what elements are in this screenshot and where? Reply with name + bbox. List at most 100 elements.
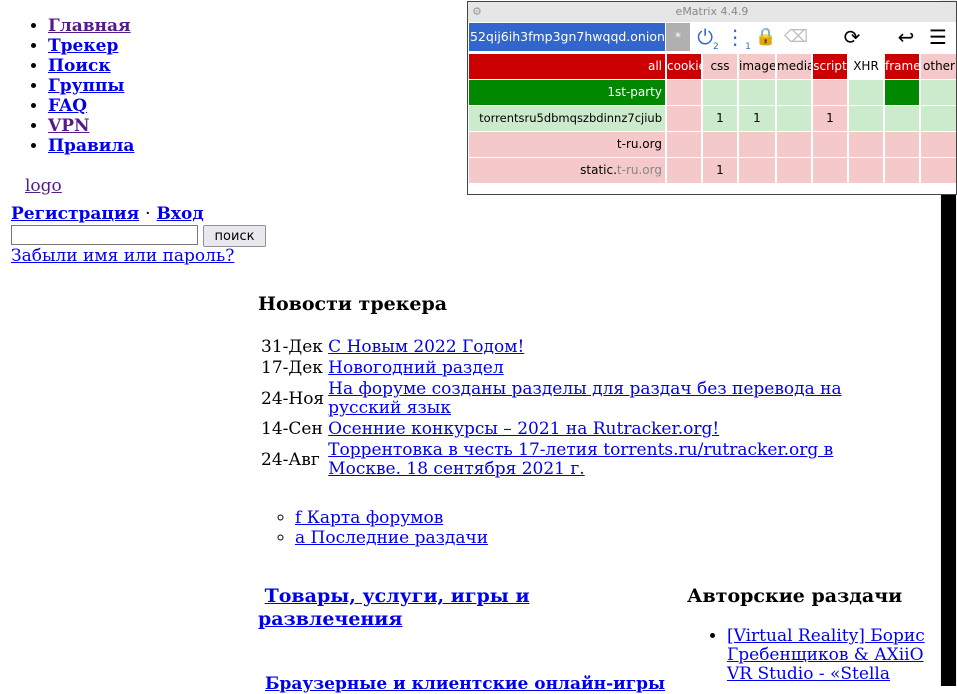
auth-separator: · (145, 204, 151, 224)
matrix-cell[interactable] (703, 132, 737, 157)
ematrix-toolbar: 52qij6ih3fmp3gn7hwqqd.onion * ⏻2 ⋮1 🔒 ⌫ … (468, 22, 956, 52)
nav-item-groups: Группы (48, 76, 134, 96)
ematrix-popup: ⚙ eMatrix 4.4.9 52qij6ih3fmp3gn7hwqqd.on… (467, 1, 957, 195)
eraser-icon[interactable]: ⌫ (782, 23, 810, 51)
matrix-cell[interactable] (813, 80, 847, 105)
matrix-cell[interactable] (703, 80, 737, 105)
global-scope-button[interactable]: * (666, 23, 690, 51)
news-row: 24-Авг Торрентовка в честь 17-летия torre… (260, 441, 906, 479)
matrix-cell[interactable] (777, 158, 811, 183)
author-release-link[interactable]: [Virtual Reality] Борис Гребенщиков & AX… (727, 626, 925, 684)
nav-link-vpn[interactable]: VPN (48, 116, 90, 136)
row-name[interactable]: 1st-party (469, 80, 665, 105)
scope-selector[interactable]: 52qij6ih3fmp3gn7hwqqd.onion (469, 23, 665, 51)
matrix-cell[interactable]: 1 (813, 106, 847, 131)
matrix-cell[interactable]: 1 (703, 106, 737, 131)
nav-link-tracker[interactable]: Трекер (48, 36, 118, 56)
row-name[interactable]: torrentsru5dbmqszbdinnz7cjiub (469, 106, 665, 131)
nav-link-search[interactable]: Поиск (48, 56, 111, 76)
dashboard-icon[interactable]: ☰ (924, 23, 952, 51)
matrix-cell[interactable] (777, 132, 811, 157)
news-link[interactable]: Осенние конкурсы – 2021 на Rutracker.org… (328, 419, 719, 439)
nav-link-groups[interactable]: Группы (48, 76, 124, 96)
register-link[interactable]: Регистрация (11, 204, 139, 224)
author-releases-title: Авторские раздачи (687, 585, 903, 607)
latest-releases-icon: a (295, 528, 306, 548)
nav-link-home[interactable]: Главная (48, 16, 131, 36)
lock-icon[interactable]: 🔒 (752, 23, 780, 51)
nav-item-faq: FAQ (48, 96, 134, 116)
matrix-cell[interactable] (885, 106, 919, 131)
news-date: 14-Сен (261, 419, 323, 439)
matrix-cell[interactable] (849, 132, 883, 157)
col-image[interactable]: image (739, 54, 775, 79)
col-media[interactable]: media (777, 54, 811, 79)
matrix-cell[interactable] (885, 132, 919, 157)
matrix-cell[interactable] (921, 158, 956, 183)
news-link[interactable]: С Новым 2022 Годом! (328, 337, 524, 357)
main-nav: Главная Трекер Поиск Группы FAQ VPN Прав… (0, 16, 134, 156)
news-title: Новости трекера (258, 293, 448, 315)
latest-releases-link[interactable]: a Последние раздачи (295, 528, 488, 548)
matrix-cell[interactable]: 1 (703, 158, 737, 183)
matrix-cell[interactable] (849, 158, 883, 183)
matrix-cell[interactable]: 1 (739, 106, 775, 131)
col-cookie[interactable]: cookie (667, 54, 701, 79)
matrix-cell[interactable] (813, 158, 847, 183)
forum-map-label: Карта форумов (306, 508, 444, 528)
news-date: 17-Дек (261, 358, 323, 378)
auth-links: Регистрация · Вход (11, 204, 204, 224)
row-name-prefix: static. (580, 163, 617, 177)
matrix-cell[interactable] (667, 106, 701, 131)
row-name[interactable]: t-ru.org (469, 132, 665, 157)
nav-link-faq[interactable]: FAQ (48, 96, 87, 116)
info-button[interactable]: ⋮1 (724, 23, 752, 52)
matrix-cell[interactable] (849, 80, 883, 105)
search-button[interactable]: поиск (203, 225, 266, 247)
news-link[interactable]: Новогодний раздел (328, 358, 504, 378)
sub-section-link[interactable]: Браузерные и клиентские онлайн-игры (265, 674, 665, 694)
matrix-cell[interactable] (739, 80, 775, 105)
col-xhr[interactable]: XHR (849, 54, 883, 79)
matrix-cell[interactable] (739, 158, 775, 183)
matrix-cell[interactable] (921, 80, 956, 105)
nav-item-search: Поиск (48, 56, 134, 76)
header-all[interactable]: all (469, 54, 665, 79)
matrix-cell[interactable] (777, 80, 811, 105)
matrix-cell[interactable] (885, 158, 919, 183)
col-other[interactable]: other (921, 54, 956, 79)
logo[interactable]: logo (25, 176, 62, 196)
matrix-cell[interactable] (667, 80, 701, 105)
matrix-cell[interactable] (667, 132, 701, 157)
news-link[interactable]: На форуме созданы разделы для раздач без… (328, 379, 841, 418)
gear-icon[interactable]: ⚙ (472, 2, 482, 22)
login-link[interactable]: Вход (157, 204, 204, 224)
ematrix-titlebar: ⚙ eMatrix 4.4.9 (468, 2, 956, 22)
author-releases-list: [Virtual Reality] Борис Гребенщиков & AX… (687, 627, 937, 684)
news-link[interactable]: Торрентовка в честь 17-летия torrents.ru… (328, 440, 833, 479)
nav-link-rules[interactable]: Правила (48, 136, 134, 156)
matrix-cell[interactable] (777, 106, 811, 131)
forum-map-link[interactable]: f Карта форумов (295, 508, 443, 528)
matrix-cell[interactable] (849, 106, 883, 131)
matrix-cell[interactable] (921, 132, 956, 157)
row-name[interactable]: static.t-ru.org (469, 158, 665, 183)
reload-icon[interactable]: ⟳ (838, 23, 866, 51)
section-title-link[interactable]: Товары, услуги, игры и развлечения (258, 585, 530, 630)
matrix-cell[interactable] (739, 132, 775, 157)
col-script[interactable]: script (813, 54, 847, 79)
nav-item-rules: Правила (48, 136, 134, 156)
matrix-cell[interactable] (885, 80, 919, 105)
col-css[interactable]: css (703, 54, 737, 79)
news-row: 24-Ноя На форуме созданы разделы для разд… (260, 380, 906, 418)
matrix-cell[interactable] (667, 158, 701, 183)
search-input[interactable] (11, 225, 198, 245)
power-count: 2 (713, 42, 719, 52)
forgot-password-link[interactable]: Забыли имя или пароль? (11, 246, 234, 266)
matrix-cell[interactable] (813, 132, 847, 157)
matrix-cell[interactable] (921, 106, 956, 131)
power-button[interactable]: ⏻2 (694, 23, 722, 52)
ematrix-title: eMatrix 4.4.9 (675, 5, 749, 18)
revert-icon[interactable]: ↩ (892, 23, 920, 51)
col-frame[interactable]: frame (885, 54, 919, 79)
